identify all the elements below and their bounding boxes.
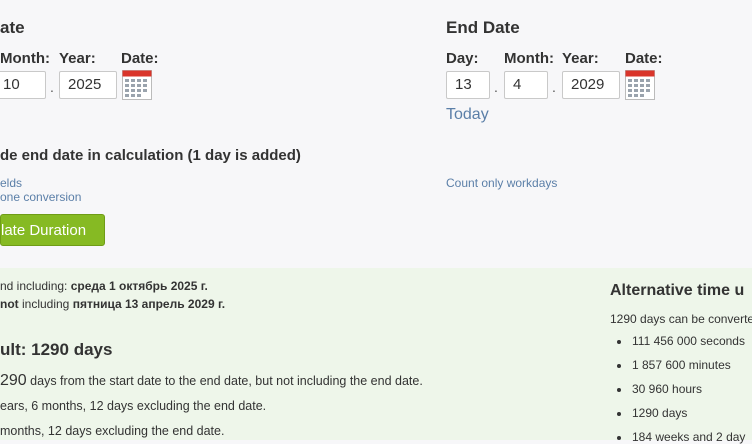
bullet	[617, 388, 621, 392]
result-line-2: ears, 6 months, 12 days excluding the en…	[0, 399, 267, 413]
calendar-icon[interactable]	[122, 70, 152, 100]
bullet	[617, 412, 621, 416]
end-month-label: Month:	[504, 50, 554, 67]
end-day-label: Day:	[446, 50, 479, 67]
bullet	[617, 436, 621, 440]
from-date: среда 1 октябрь 2025 г.	[70, 279, 208, 293]
result-line-3: months, 12 days excluding the end date.	[0, 424, 225, 438]
bullet	[617, 364, 621, 368]
alternative-item: 184 weeks and 2 day	[632, 430, 746, 444]
to-line: not including пятница 13 апрель 2029 г.	[0, 297, 225, 311]
end-year-input[interactable]: 2029	[562, 71, 620, 99]
end-separator-2: .	[552, 79, 556, 95]
end-date-title: End Date	[446, 18, 520, 37]
from-prefix: nd including:	[0, 279, 71, 293]
add-fields-link[interactable]: elds	[0, 176, 22, 190]
alternative-item: 111 456 000 seconds	[632, 334, 745, 348]
result-line-1: 290 days from the start date to the end …	[0, 372, 423, 390]
end-month-input[interactable]: 4	[504, 71, 548, 99]
end-day-input[interactable]: 13	[446, 71, 490, 99]
start-year-input[interactable]: 2025	[59, 71, 117, 99]
start-month-input[interactable]: 10	[0, 71, 46, 99]
timezone-conversion-link[interactable]: one conversion	[0, 190, 81, 204]
start-date-label: Date:	[121, 50, 159, 67]
alternative-intro: 1290 days can be converte	[610, 312, 752, 326]
start-separator: .	[50, 79, 54, 95]
bullet	[617, 340, 621, 344]
alternative-item: 30 960 hours	[632, 382, 703, 396]
today-link[interactable]: Today	[446, 106, 489, 124]
alternative-item: 1 857 600 minutes	[632, 358, 731, 372]
calendar-icon[interactable]	[625, 70, 655, 100]
to-not: not	[0, 297, 19, 311]
from-line: nd including: среда 1 октябрь 2025 г.	[0, 279, 208, 293]
to-mid: including	[18, 297, 73, 311]
alternative-title: Alternative time u	[610, 282, 745, 299]
end-separator-1: .	[494, 79, 498, 95]
end-date-label: Date:	[625, 50, 663, 67]
start-date-title: ate	[0, 18, 25, 37]
to-date: пятница 13 апрель 2029 г.	[72, 297, 226, 311]
result-title: ult: 1290 days	[0, 340, 113, 359]
calculate-duration-button[interactable]: late Duration	[0, 214, 105, 246]
alternative-item: 1290 days	[632, 406, 688, 420]
count-workdays-link[interactable]: Count only workdays	[446, 176, 557, 190]
start-year-label: Year:	[59, 50, 96, 67]
result-line-1-number: 290	[0, 372, 27, 389]
start-month-label: Month:	[0, 50, 50, 67]
end-year-label: Year:	[562, 50, 599, 67]
result-line-1-text: days from the start date to the end date…	[26, 374, 423, 388]
include-end-date-option[interactable]: de end date in calculation (1 day is add…	[0, 147, 301, 164]
